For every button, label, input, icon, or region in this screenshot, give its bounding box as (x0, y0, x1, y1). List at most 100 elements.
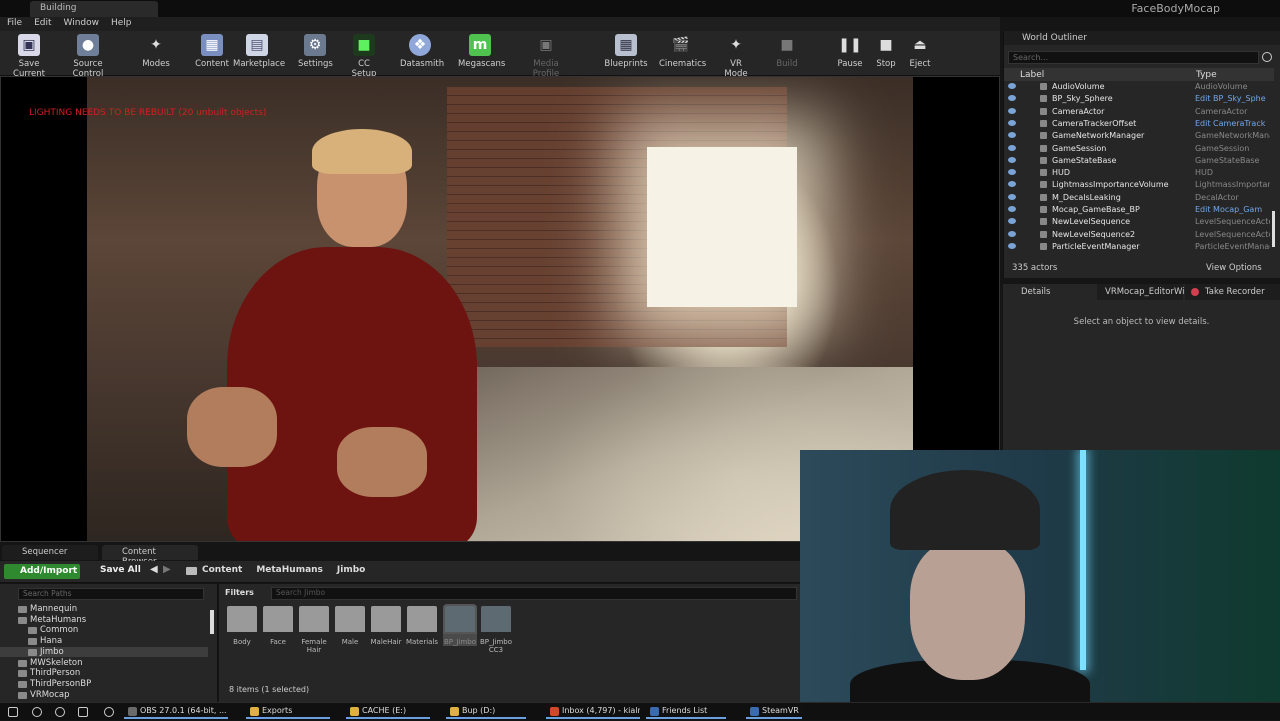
outliner-row[interactable]: GameStateBase GameStateBase (1004, 156, 1272, 168)
visibility-eye-icon[interactable] (1008, 242, 1016, 249)
visibility-eye-icon[interactable] (1008, 193, 1016, 200)
tree-item[interactable]: Common (0, 625, 208, 636)
tab-vrmocap-editor[interactable]: VRMocap_EditorWi (1097, 284, 1185, 300)
taskbar-app[interactable]: CACHE (E:) (346, 705, 430, 719)
save-current-button[interactable]: ▣ Save Current (4, 34, 54, 79)
tree-item[interactable]: Mannequin (0, 604, 208, 615)
outliner-row[interactable]: LightmassImportanceVolume LightmassImport… (1004, 180, 1272, 192)
menu-file[interactable]: File (7, 18, 22, 31)
forward-arrow-icon[interactable]: ▶ (163, 564, 171, 575)
asset-folder[interactable]: Face (261, 606, 295, 646)
label-column-header[interactable]: Label (1020, 70, 1044, 80)
asset-blueprint[interactable]: BP_Jimbo (443, 604, 477, 646)
modes-button[interactable]: ✦ Modes (138, 34, 174, 74)
taskbar-app[interactable]: Bup (D:) (446, 705, 526, 719)
outliner-row[interactable]: NewLevelSequence LevelSequenceActo (1004, 217, 1272, 229)
visibility-eye-icon[interactable] (1008, 169, 1016, 176)
crumb-jimbo[interactable]: Jimbo (337, 565, 365, 575)
stop-button[interactable]: ■ Stop (872, 34, 900, 74)
asset-folder[interactable]: Male (333, 606, 367, 646)
outliner-search-input[interactable]: Search... (1008, 51, 1259, 64)
taskbar-app[interactable]: OBS 27.0.1 (64-bit, ... (124, 705, 228, 719)
menu-help[interactable]: Help (111, 18, 132, 31)
asset-folder[interactable]: Materials (405, 606, 439, 646)
eject-button[interactable]: ⏏ Eject (906, 34, 934, 74)
media-profile-button[interactable]: ▣ Media Profile (520, 34, 572, 79)
megascans-button[interactable]: m Megascans (458, 34, 505, 74)
taskbar-app[interactable]: Inbox (4,797) - kialn... (546, 705, 640, 719)
visibility-eye-icon[interactable] (1008, 156, 1016, 163)
type-column-header[interactable]: Type (1196, 70, 1217, 80)
folder-icon (227, 606, 257, 632)
visibility-eye-icon[interactable] (1008, 144, 1016, 151)
view-options-button[interactable]: View Options (1206, 263, 1262, 273)
outliner-scrollbar[interactable] (1272, 211, 1275, 247)
actor-type[interactable]: Edit CameraTrack (1195, 119, 1270, 128)
tab-details[interactable]: Details (1003, 284, 1095, 300)
visibility-eye-icon[interactable] (1008, 206, 1016, 212)
asset-folder[interactable]: Female Hair (297, 606, 331, 654)
datasmith-button[interactable]: ❖ Datasmith (400, 34, 444, 74)
build-button[interactable]: ■ Build (772, 34, 802, 74)
search-icon[interactable] (1262, 52, 1272, 62)
tab-content-browser[interactable]: Content Browser (102, 545, 198, 567)
menu-window[interactable]: Window (64, 18, 100, 31)
actor-type[interactable]: Edit Mocap_Gam (1195, 205, 1270, 214)
taskbar-app[interactable]: Friends List (646, 705, 726, 719)
source-control-button[interactable]: ● Source Control (58, 34, 118, 79)
visibility-eye-icon[interactable] (1008, 218, 1016, 225)
search-paths-input[interactable]: Search Paths (18, 588, 204, 600)
visibility-eye-icon[interactable] (1008, 107, 1016, 114)
tree-item[interactable]: ThirdPerson (0, 668, 208, 679)
outliner-row[interactable]: ParticleEventManager ParticleEventManag (1004, 242, 1272, 254)
taskbar-app[interactable]: Exports (246, 705, 330, 719)
tree-scrollbar[interactable] (210, 610, 214, 634)
visibility-eye-icon[interactable] (1008, 181, 1016, 188)
blueprints-button[interactable]: ▦ Blueprints (604, 34, 648, 74)
visibility-eye-icon[interactable] (1008, 119, 1016, 126)
tree-item[interactable]: MetaHumans (0, 615, 208, 626)
tree-item[interactable]: Hana (0, 636, 208, 647)
vr-mode-button[interactable]: ✦ VR Mode (718, 34, 754, 79)
tree-item[interactable]: Jimbo (0, 646, 208, 658)
outliner-row[interactable]: Mocap_GameBase_BP Edit Mocap_Gam (1004, 205, 1272, 217)
tab-take-recorder[interactable]: Take Recorder (1185, 284, 1280, 300)
outliner-row[interactable]: GameSession GameSession (1004, 144, 1272, 156)
crumb-content[interactable]: Content (202, 565, 242, 575)
outliner-row[interactable]: NewLevelSequence2 LevelSequenceActo (1004, 230, 1272, 242)
outliner-row[interactable]: AudioVolume AudioVolume (1004, 82, 1272, 94)
cc-setup-button[interactable]: ■ CC Setup (345, 34, 383, 79)
outliner-row[interactable]: CameraTrackerOffset Edit CameraTrack (1004, 119, 1272, 131)
pause-button[interactable]: ❚❚ Pause (836, 34, 864, 74)
visibility-eye-icon[interactable] (1008, 230, 1016, 237)
tree-item[interactable]: VRMocap (0, 690, 208, 701)
outliner-row[interactable]: CameraActor CameraActor (1004, 107, 1272, 119)
visibility-eye-icon[interactable] (1008, 95, 1016, 102)
asset-folder[interactable]: MaleHair (369, 606, 403, 646)
taskbar-app[interactable]: SteamVR St (746, 705, 802, 719)
back-arrow-icon[interactable]: ◀ (150, 564, 158, 575)
crumb-metahumans[interactable]: MetaHumans (256, 565, 323, 575)
asset-folder[interactable]: Body (225, 606, 259, 646)
asset-blueprint[interactable]: BP_Jimbo CC3 (479, 606, 513, 654)
menu-edit[interactable]: Edit (34, 18, 51, 31)
outliner-row[interactable]: BP_Sky_Sphere Edit BP_Sky_Sphe (1004, 94, 1272, 106)
visibility-eye-icon[interactable] (1008, 83, 1016, 89)
save-all-button[interactable]: Save All (88, 565, 141, 575)
tab-sequencer[interactable]: Sequencer (2, 545, 98, 560)
content-button[interactable]: ▦ Content (194, 34, 230, 74)
cinematics-button[interactable]: 🎬 Cinematics (659, 34, 706, 74)
tree-item[interactable]: ThirdPersonBP (0, 679, 208, 690)
outliner-row[interactable]: M_DecalsLeaking DecalActor (1004, 193, 1272, 205)
tree-item[interactable]: MWSkeleton (0, 658, 208, 669)
visibility-eye-icon[interactable] (1008, 132, 1016, 139)
scene-render[interactable] (87, 77, 913, 541)
level-tab[interactable]: Building (30, 1, 158, 17)
settings-button[interactable]: ⚙ Settings (298, 34, 333, 74)
outliner-row[interactable]: GameNetworkManager GameNetworkMana (1004, 131, 1272, 143)
marketplace-button[interactable]: ▤ Marketplace (233, 34, 285, 74)
outliner-row[interactable]: HUD HUD (1004, 168, 1272, 180)
world-outliner-tab[interactable]: World Outliner (1004, 31, 1280, 45)
actor-type[interactable]: Edit BP_Sky_Sphe (1195, 94, 1270, 103)
add-import-button[interactable]: Add/Import (4, 564, 80, 579)
